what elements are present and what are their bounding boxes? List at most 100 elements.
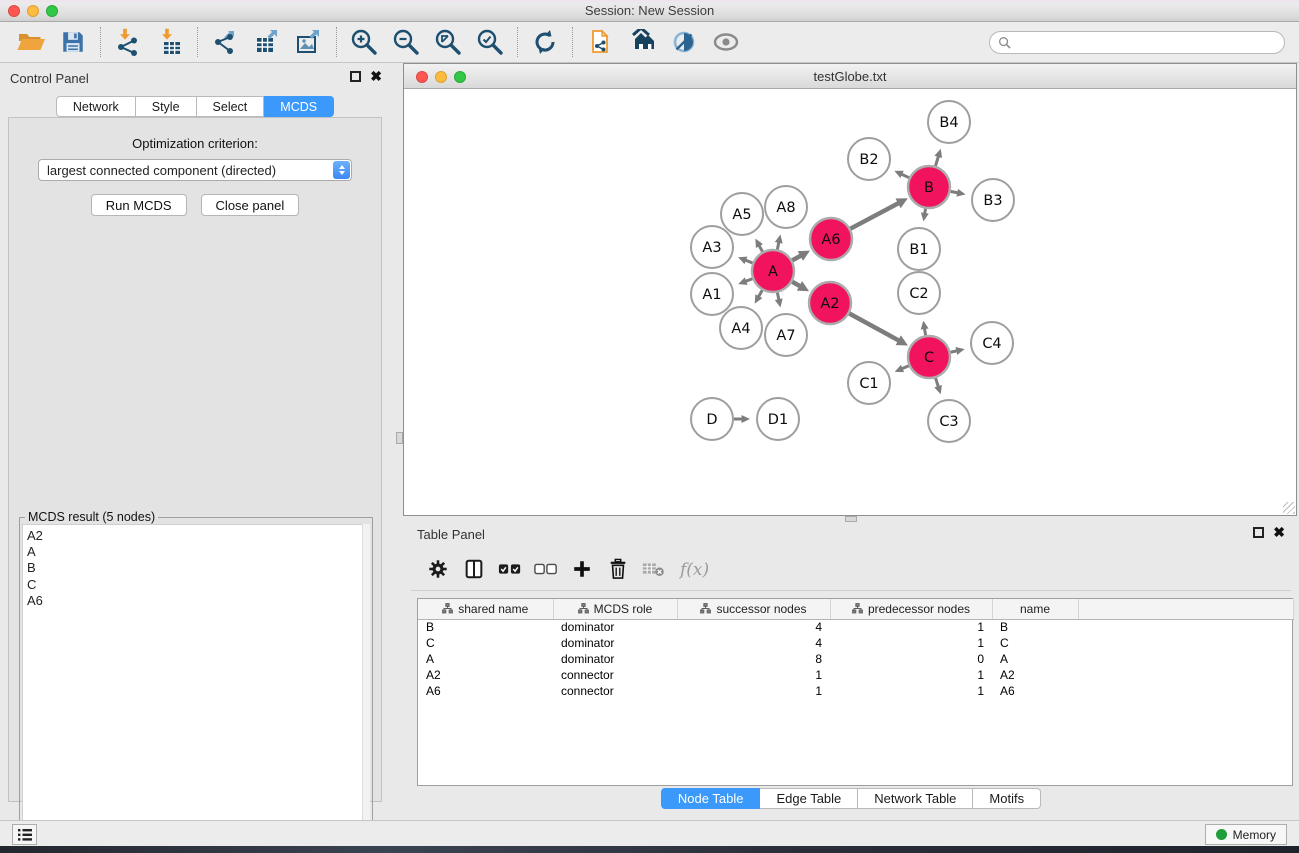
network-window-titlebar[interactable]: testGlobe.txt xyxy=(404,64,1296,89)
tab-motifs[interactable]: Motifs xyxy=(973,788,1041,809)
edge-arrow-icon xyxy=(934,149,942,158)
cell-name[interactable]: A6 xyxy=(992,683,1078,699)
add-column-button[interactable] xyxy=(569,556,595,582)
resize-handle[interactable] xyxy=(1283,502,1295,514)
tab-edge-table[interactable]: Edge Table xyxy=(760,788,858,809)
cell-MCDS-role[interactable]: dominator xyxy=(553,619,677,635)
birds-eye-view-button[interactable] xyxy=(705,24,747,60)
cell-MCDS-role[interactable]: connector xyxy=(553,683,677,699)
column-header-predecessor-nodes[interactable]: predecessor nodes xyxy=(830,599,992,619)
save-session-button[interactable] xyxy=(52,24,94,60)
cell-successor-nodes[interactable]: 4 xyxy=(677,619,830,635)
search-input[interactable] xyxy=(1011,33,1284,51)
edge-arrow-icon xyxy=(775,234,783,243)
zoom-in-button[interactable] xyxy=(343,24,385,60)
table-row[interactable]: A6connector11A6 xyxy=(418,683,1294,699)
select-all-button[interactable] xyxy=(497,556,523,582)
table-float-panel-icon[interactable] xyxy=(1253,527,1264,538)
edge-A6-B[interactable] xyxy=(850,202,899,228)
float-panel-icon[interactable] xyxy=(350,71,361,82)
table-row[interactable]: Cdominator41C xyxy=(418,635,1294,651)
tab-network[interactable]: Network xyxy=(56,96,136,117)
cell-shared-name[interactable]: A2 xyxy=(418,667,553,683)
cell-shared-name[interactable]: B xyxy=(418,619,553,635)
delete-column-button[interactable] xyxy=(605,556,631,582)
edge-arrow-icon xyxy=(956,189,965,197)
home-button[interactable] xyxy=(621,24,663,60)
cell-name[interactable]: A2 xyxy=(992,667,1078,683)
network-graph-canvas[interactable]: B4B2BB3A8A5A6A3B1AC2A1A2A4A7C4CC1C3DD1 xyxy=(405,90,1295,515)
export-network-button[interactable] xyxy=(204,24,246,60)
task-history-button[interactable] xyxy=(12,824,37,845)
node-table[interactable]: shared nameMCDS rolesuccessor nodesprede… xyxy=(417,598,1293,786)
tab-network-table[interactable]: Network Table xyxy=(858,788,973,809)
cell-MCDS-role[interactable]: connector xyxy=(553,667,677,683)
mcds-result-item[interactable]: A2 xyxy=(27,528,363,544)
delete-table-button[interactable] xyxy=(641,556,667,582)
table-settings-button[interactable] xyxy=(425,556,451,582)
memory-button[interactable]: Memory xyxy=(1205,824,1287,845)
refresh-view-button[interactable] xyxy=(524,24,566,60)
edge-A2-C[interactable] xyxy=(849,314,900,342)
table-row[interactable]: Adominator80A xyxy=(418,651,1294,667)
mcds-result-item[interactable]: C xyxy=(27,577,363,593)
zoom-out-button[interactable] xyxy=(385,24,427,60)
cell-successor-nodes[interactable]: 1 xyxy=(677,683,830,699)
cell-name[interactable]: B xyxy=(992,619,1078,635)
cell-shared-name[interactable]: A xyxy=(418,651,553,667)
tab-node-table[interactable]: Node Table xyxy=(661,788,761,809)
column-header-name[interactable]: name xyxy=(992,599,1078,619)
cell-MCDS-role[interactable]: dominator xyxy=(553,651,677,667)
tab-select[interactable]: Select xyxy=(197,96,265,117)
mcds-result-item[interactable]: A xyxy=(27,544,363,560)
new-network-from-file-button[interactable] xyxy=(579,24,621,60)
table-row[interactable]: A2connector11A2 xyxy=(418,667,1294,683)
save-floppy-icon xyxy=(60,29,86,55)
export-image-button[interactable] xyxy=(288,24,330,60)
table-close-panel-icon[interactable]: ✖ xyxy=(1273,527,1285,538)
cell-predecessor-nodes[interactable]: 0 xyxy=(830,651,992,667)
mcds-result-list[interactable]: A2ABCA6 xyxy=(22,524,364,853)
cell-predecessor-nodes[interactable]: 1 xyxy=(830,619,992,635)
mcds-result-item[interactable]: B xyxy=(27,560,363,576)
close-panel-button[interactable]: Close panel xyxy=(201,194,300,216)
zoom-fit-button[interactable] xyxy=(427,24,469,60)
column-header-shared-name[interactable]: shared name xyxy=(418,599,553,619)
cell-name[interactable]: A xyxy=(992,651,1078,667)
tab-mcds[interactable]: MCDS xyxy=(264,96,334,117)
cell-predecessor-nodes[interactable]: 1 xyxy=(830,635,992,651)
cell-successor-nodes[interactable]: 8 xyxy=(677,651,830,667)
table-row[interactable]: Bdominator41B xyxy=(418,619,1294,635)
run-mcds-button[interactable]: Run MCDS xyxy=(91,194,187,216)
cell-successor-nodes[interactable]: 1 xyxy=(677,667,830,683)
list-icon xyxy=(17,828,33,842)
cell-successor-nodes[interactable]: 4 xyxy=(677,635,830,651)
cell-name[interactable]: C xyxy=(992,635,1078,651)
deselect-all-button[interactable] xyxy=(533,556,559,582)
tab-style[interactable]: Style xyxy=(136,96,197,117)
import-table-button[interactable] xyxy=(149,24,191,60)
import-network-button[interactable] xyxy=(107,24,149,60)
edge-arrow-icon xyxy=(956,347,965,355)
export-table-button[interactable] xyxy=(246,24,288,60)
close-panel-icon[interactable]: ✖ xyxy=(370,71,382,82)
graphics-details-icon xyxy=(671,29,697,55)
vertical-split-grip[interactable] xyxy=(396,432,403,444)
cell-shared-name[interactable]: A6 xyxy=(418,683,553,699)
cell-MCDS-role[interactable]: dominator xyxy=(553,635,677,651)
show-graphics-details-button[interactable] xyxy=(663,24,705,60)
cell-predecessor-nodes[interactable]: 1 xyxy=(830,667,992,683)
mcds-result-item[interactable]: A6 xyxy=(27,593,363,609)
cell-predecessor-nodes[interactable]: 1 xyxy=(830,683,992,699)
mcds-result-scrollbar[interactable] xyxy=(362,524,370,853)
column-header-successor-nodes[interactable]: successor nodes xyxy=(677,599,830,619)
search-field[interactable] xyxy=(989,31,1285,54)
criterion-dropdown[interactable]: largest connected component (directed) xyxy=(38,159,352,181)
cell-shared-name[interactable]: C xyxy=(418,635,553,651)
dropdown-stepper-icon xyxy=(333,161,350,179)
function-builder-button[interactable]: f(x) xyxy=(677,556,717,582)
column-header-MCDS-role[interactable]: MCDS role xyxy=(553,599,677,619)
open-file-button[interactable] xyxy=(10,24,52,60)
show-column-button[interactable] xyxy=(461,556,487,582)
zoom-selected-button[interactable] xyxy=(469,24,511,60)
